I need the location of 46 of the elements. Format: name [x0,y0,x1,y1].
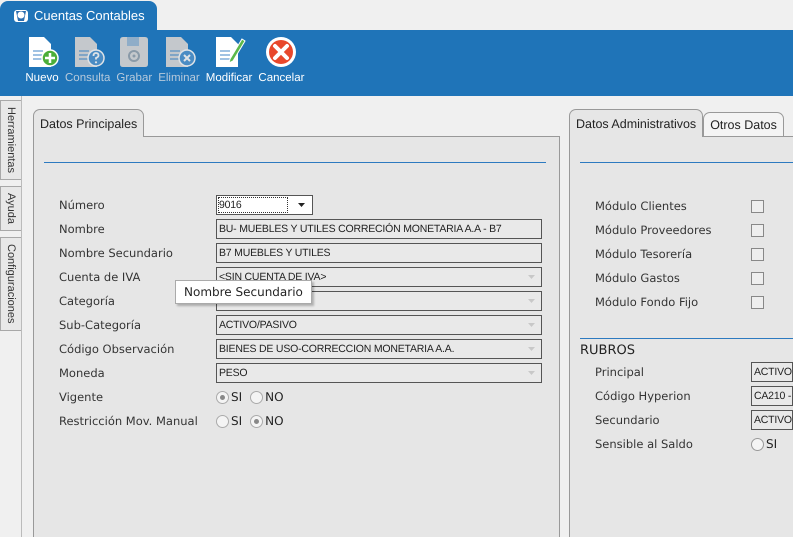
field-label: Categoría [59,294,116,308]
field-label: Código Hyperion [595,389,692,403]
dropdown-arrow-icon[interactable] [298,203,305,207]
field-label: Vigente [59,390,104,404]
window-title-tab[interactable]: Cuentas Contables [0,1,157,30]
panel-tab[interactable]: Datos Administrativos [569,109,704,137]
text-field[interactable]: B7 MUEBLES Y UTILES [216,243,542,263]
checkbox-label: Módulo Proveedores [595,223,713,237]
text-field[interactable]: ACTIVO [751,410,793,430]
text-field[interactable]: CA210 - [751,386,793,406]
side-tab[interactable]: Ayuda [0,186,21,232]
checkbox[interactable] [751,296,764,308]
checkbox-label: Módulo Clientes [595,199,688,213]
field-label: Código Observación [59,342,176,356]
checkbox-label: Módulo Gastos [595,271,681,285]
checkbox-label: Módulo Fondo Fijo [595,295,700,309]
text-field[interactable]: BU- MUEBLES Y UTILES CORRECIÓN MONETARIA A.A - B7 [216,219,542,239]
field-label: Moneda [59,366,106,380]
toolbar-button[interactable]: Cancelar [255,35,308,84]
field-label: Sub-Categoría [59,318,142,332]
checkbox[interactable] [751,248,764,260]
close-icon [264,35,298,69]
field-label: Cuenta de IVA [59,270,142,284]
dropdown-field[interactable]: 9016 [216,195,313,215]
checkbox-label: Módulo Tesorería [595,247,694,261]
toolbar-button[interactable]: Modificar [202,35,256,84]
panel-tab[interactable]: Otros Datos [703,112,784,136]
field-label: Nombre [59,222,106,236]
field-label: Secundario [595,413,661,427]
checkbox[interactable] [751,200,764,212]
text-field[interactable]: ACTIVO [751,362,793,382]
side-tab[interactable]: Herramientas [0,100,21,180]
panel-tab[interactable]: Datos Principales [33,109,144,137]
side-tab[interactable]: Configuraciones [0,237,21,331]
radio-option[interactable]: SI [751,437,778,451]
field-label: Principal [595,365,646,379]
logo-icon [14,10,28,22]
toolbar-button[interactable]: Nuevo [22,35,62,84]
field-label: Número [59,198,106,212]
field-label: Nombre Secundario [59,246,174,260]
section-title: RUBROS [580,343,636,358]
tooltip: Nombre Secundario [175,280,312,304]
field-label: Sensible al Saldo [595,437,694,451]
checkbox[interactable] [751,224,764,236]
checkbox[interactable] [751,272,764,284]
field-label: Restricción Mov. Manual [59,414,199,428]
